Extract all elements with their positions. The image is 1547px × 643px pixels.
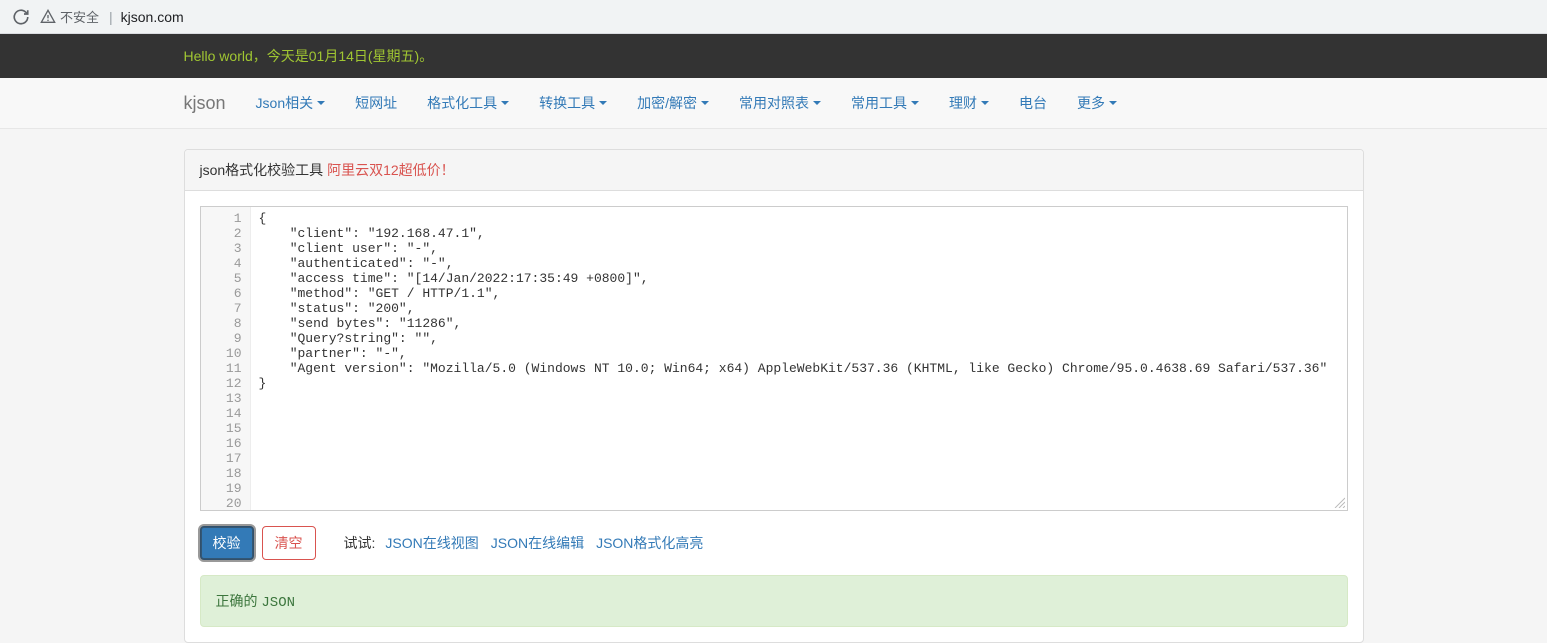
try-label: 试试: [344, 533, 376, 553]
tool-panel: json格式化校验工具 阿里云双12超低价！ 12345678910111213… [184, 149, 1364, 643]
code-line: "Agent version": "Mozilla/5.0 (Windows N… [259, 361, 1343, 376]
line-gutter: 1234567891011121314151617181920 [201, 207, 251, 510]
chevron-down-icon [599, 101, 607, 105]
line-number: 16 [201, 436, 242, 451]
chevron-down-icon [813, 101, 821, 105]
url-text[interactable]: kjson.com [121, 9, 184, 25]
line-number: 9 [201, 331, 242, 346]
nav-item-3[interactable]: 转换工具 [539, 93, 607, 113]
nav-item-2[interactable]: 格式化工具 [427, 93, 509, 113]
panel-heading: json格式化校验工具 阿里云双12超低价！ [185, 150, 1363, 191]
security-badge[interactable]: 不安全 [40, 7, 99, 26]
announcement-banner: Hello world，今天是01月14日(星期五)。 [0, 34, 1547, 78]
reload-icon[interactable] [12, 8, 30, 26]
line-number: 6 [201, 286, 242, 301]
code-line: "authenticated": "-", [259, 256, 1343, 271]
line-number: 3 [201, 241, 242, 256]
line-number: 7 [201, 301, 242, 316]
line-number: 12 [201, 376, 242, 391]
security-label: 不安全 [60, 7, 99, 26]
line-number: 18 [201, 466, 242, 481]
result-prefix: 正确的 [216, 593, 262, 609]
code-line: "access time": "[14/Jan/2022:17:35:49 +0… [259, 271, 1343, 286]
chevron-down-icon [911, 101, 919, 105]
line-number: 2 [201, 226, 242, 241]
line-number: 5 [201, 271, 242, 286]
validation-result: 正确的 JSON [200, 575, 1348, 627]
chevron-down-icon [701, 101, 709, 105]
code-line: "send bytes": "11286", [259, 316, 1343, 331]
nav-item-5[interactable]: 常用对照表 [739, 93, 821, 113]
clear-button[interactable]: 清空 [262, 526, 316, 560]
line-number: 8 [201, 316, 242, 331]
panel-body: 1234567891011121314151617181920 { "clien… [185, 191, 1363, 642]
code-area[interactable]: { "client": "192.168.47.1", "client user… [251, 207, 1347, 510]
code-line: "status": "200", [259, 301, 1343, 316]
code-line: "partner": "-", [259, 346, 1343, 361]
warning-icon [40, 9, 56, 25]
validate-button[interactable]: 校验 [200, 526, 254, 560]
line-number: 4 [201, 256, 242, 271]
code-line: { [259, 211, 1343, 226]
url-divider: | [109, 9, 113, 25]
main-nav: kjson Json相关 短网址 格式化工具 转换工具 加密/解密 常用对照表 常用工具 理财… [0, 78, 1547, 129]
line-number: 20 [201, 496, 242, 511]
chevron-down-icon [317, 101, 325, 105]
nav-item-1[interactable]: 短网址 [355, 93, 397, 113]
brand[interactable]: kjson [184, 93, 226, 114]
nav-item-7[interactable]: 理财 [949, 93, 989, 113]
code-line: "method": "GET / HTTP/1.1", [259, 286, 1343, 301]
nav-item-8[interactable]: 电台 [1019, 93, 1047, 113]
code-line: "Query?string": "", [259, 331, 1343, 346]
nav-item-4[interactable]: 加密/解密 [637, 93, 709, 113]
line-number: 14 [201, 406, 242, 421]
resize-handle-icon[interactable] [1333, 496, 1345, 508]
action-row: 校验 清空 试试: JSON在线视图 JSON在线编辑 JSON格式化高亮 [200, 526, 1348, 560]
nav-items: Json相关 短网址 格式化工具 转换工具 加密/解密 常用对照表 常用工具 理财 电台 更多 [256, 93, 1147, 113]
line-number: 19 [201, 481, 242, 496]
code-line: } [259, 376, 1343, 391]
panel-promo-link[interactable]: 阿里云双12超低价！ [327, 162, 455, 178]
line-number: 17 [201, 451, 242, 466]
try-link-2[interactable]: JSON格式化高亮 [596, 535, 703, 551]
line-number: 15 [201, 421, 242, 436]
json-editor[interactable]: 1234567891011121314151617181920 { "clien… [200, 206, 1348, 511]
browser-address-bar: 不安全 | kjson.com [0, 0, 1547, 34]
line-number: 1 [201, 211, 242, 226]
line-number: 10 [201, 346, 242, 361]
nav-item-9[interactable]: 更多 [1077, 93, 1117, 113]
chevron-down-icon [1109, 101, 1117, 105]
nav-item-0[interactable]: Json相关 [256, 93, 326, 113]
line-number: 11 [201, 361, 242, 376]
result-code: JSON [261, 595, 295, 611]
code-line: "client user": "-", [259, 241, 1343, 256]
chevron-down-icon [981, 101, 989, 105]
try-link-1[interactable]: JSON在线编辑 [491, 535, 584, 551]
nav-item-6[interactable]: 常用工具 [851, 93, 919, 113]
line-number: 13 [201, 391, 242, 406]
banner-text: Hello world，今天是01月14日(星期五)。 [184, 48, 434, 64]
chevron-down-icon [501, 101, 509, 105]
try-link-0[interactable]: JSON在线视图 [385, 535, 478, 551]
panel-title: json格式化校验工具 [200, 162, 324, 178]
code-line: "client": "192.168.47.1", [259, 226, 1343, 241]
